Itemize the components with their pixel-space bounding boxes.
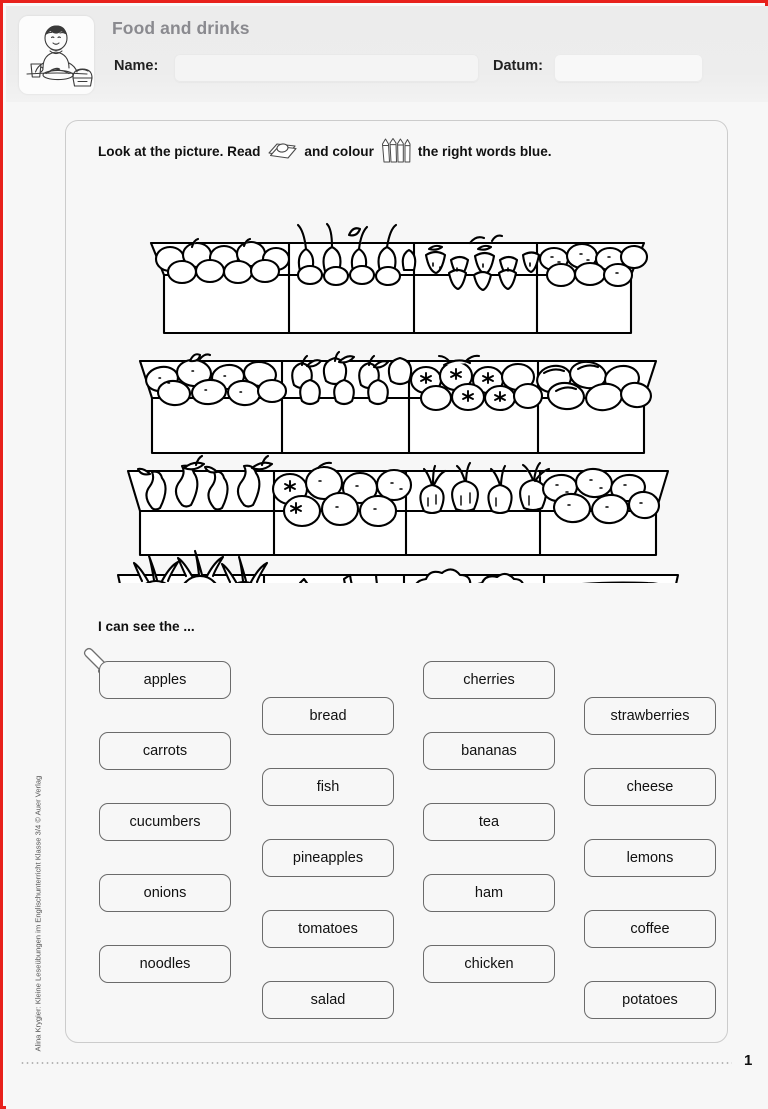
footer-divider [20,1062,732,1064]
worksheet-header: Food and drinks Name: Datum: [6,6,768,102]
word-box-salad[interactable]: salad [262,981,394,1019]
name-input[interactable] [174,54,479,82]
word-box-carrots[interactable]: carrots [99,732,231,770]
word-box-chicken[interactable]: chicken [423,945,555,983]
word-box-potatoes[interactable]: potatoes [584,981,716,1019]
worksheet-page: Food and drinks Name: Datum: Alina Krygi… [0,0,768,1109]
word-box-ham[interactable]: ham [423,874,555,912]
page-number: 1 [744,1052,753,1069]
exercise-panel: Look at the picture. Read and colour the… [65,120,728,1043]
word-box-bananas[interactable]: bananas [423,732,555,770]
word-box-grid: apples carrots cucumbers onions noodles … [66,121,729,1044]
word-box-pineapples[interactable]: pineapples [262,839,394,877]
word-box-noodles[interactable]: noodles [99,945,231,983]
word-box-cucumbers[interactable]: cucumbers [99,803,231,841]
word-box-fish[interactable]: fish [262,768,394,806]
word-box-bread[interactable]: bread [262,697,394,735]
datum-input[interactable] [554,54,703,82]
worksheet-sheet: Food and drinks Name: Datum: Alina Krygi… [6,6,768,1109]
word-box-strawberries[interactable]: strawberries [584,697,716,735]
name-label: Name: [114,58,159,74]
word-box-tea[interactable]: tea [423,803,555,841]
datum-label: Datum: [493,58,543,74]
word-box-onions[interactable]: onions [99,874,231,912]
child-eating-icon [19,16,94,94]
copyright-notice: Alina Krygier: Kleine Leseübungen im Eng… [33,775,43,1052]
page-title: Food and drinks [112,18,250,38]
word-box-coffee[interactable]: coffee [584,910,716,948]
word-box-cherries[interactable]: cherries [423,661,555,699]
word-box-apples[interactable]: apples [99,661,231,699]
word-box-tomatoes[interactable]: tomatoes [262,910,394,948]
word-box-cheese[interactable]: cheese [584,768,716,806]
word-box-lemons[interactable]: lemons [584,839,716,877]
